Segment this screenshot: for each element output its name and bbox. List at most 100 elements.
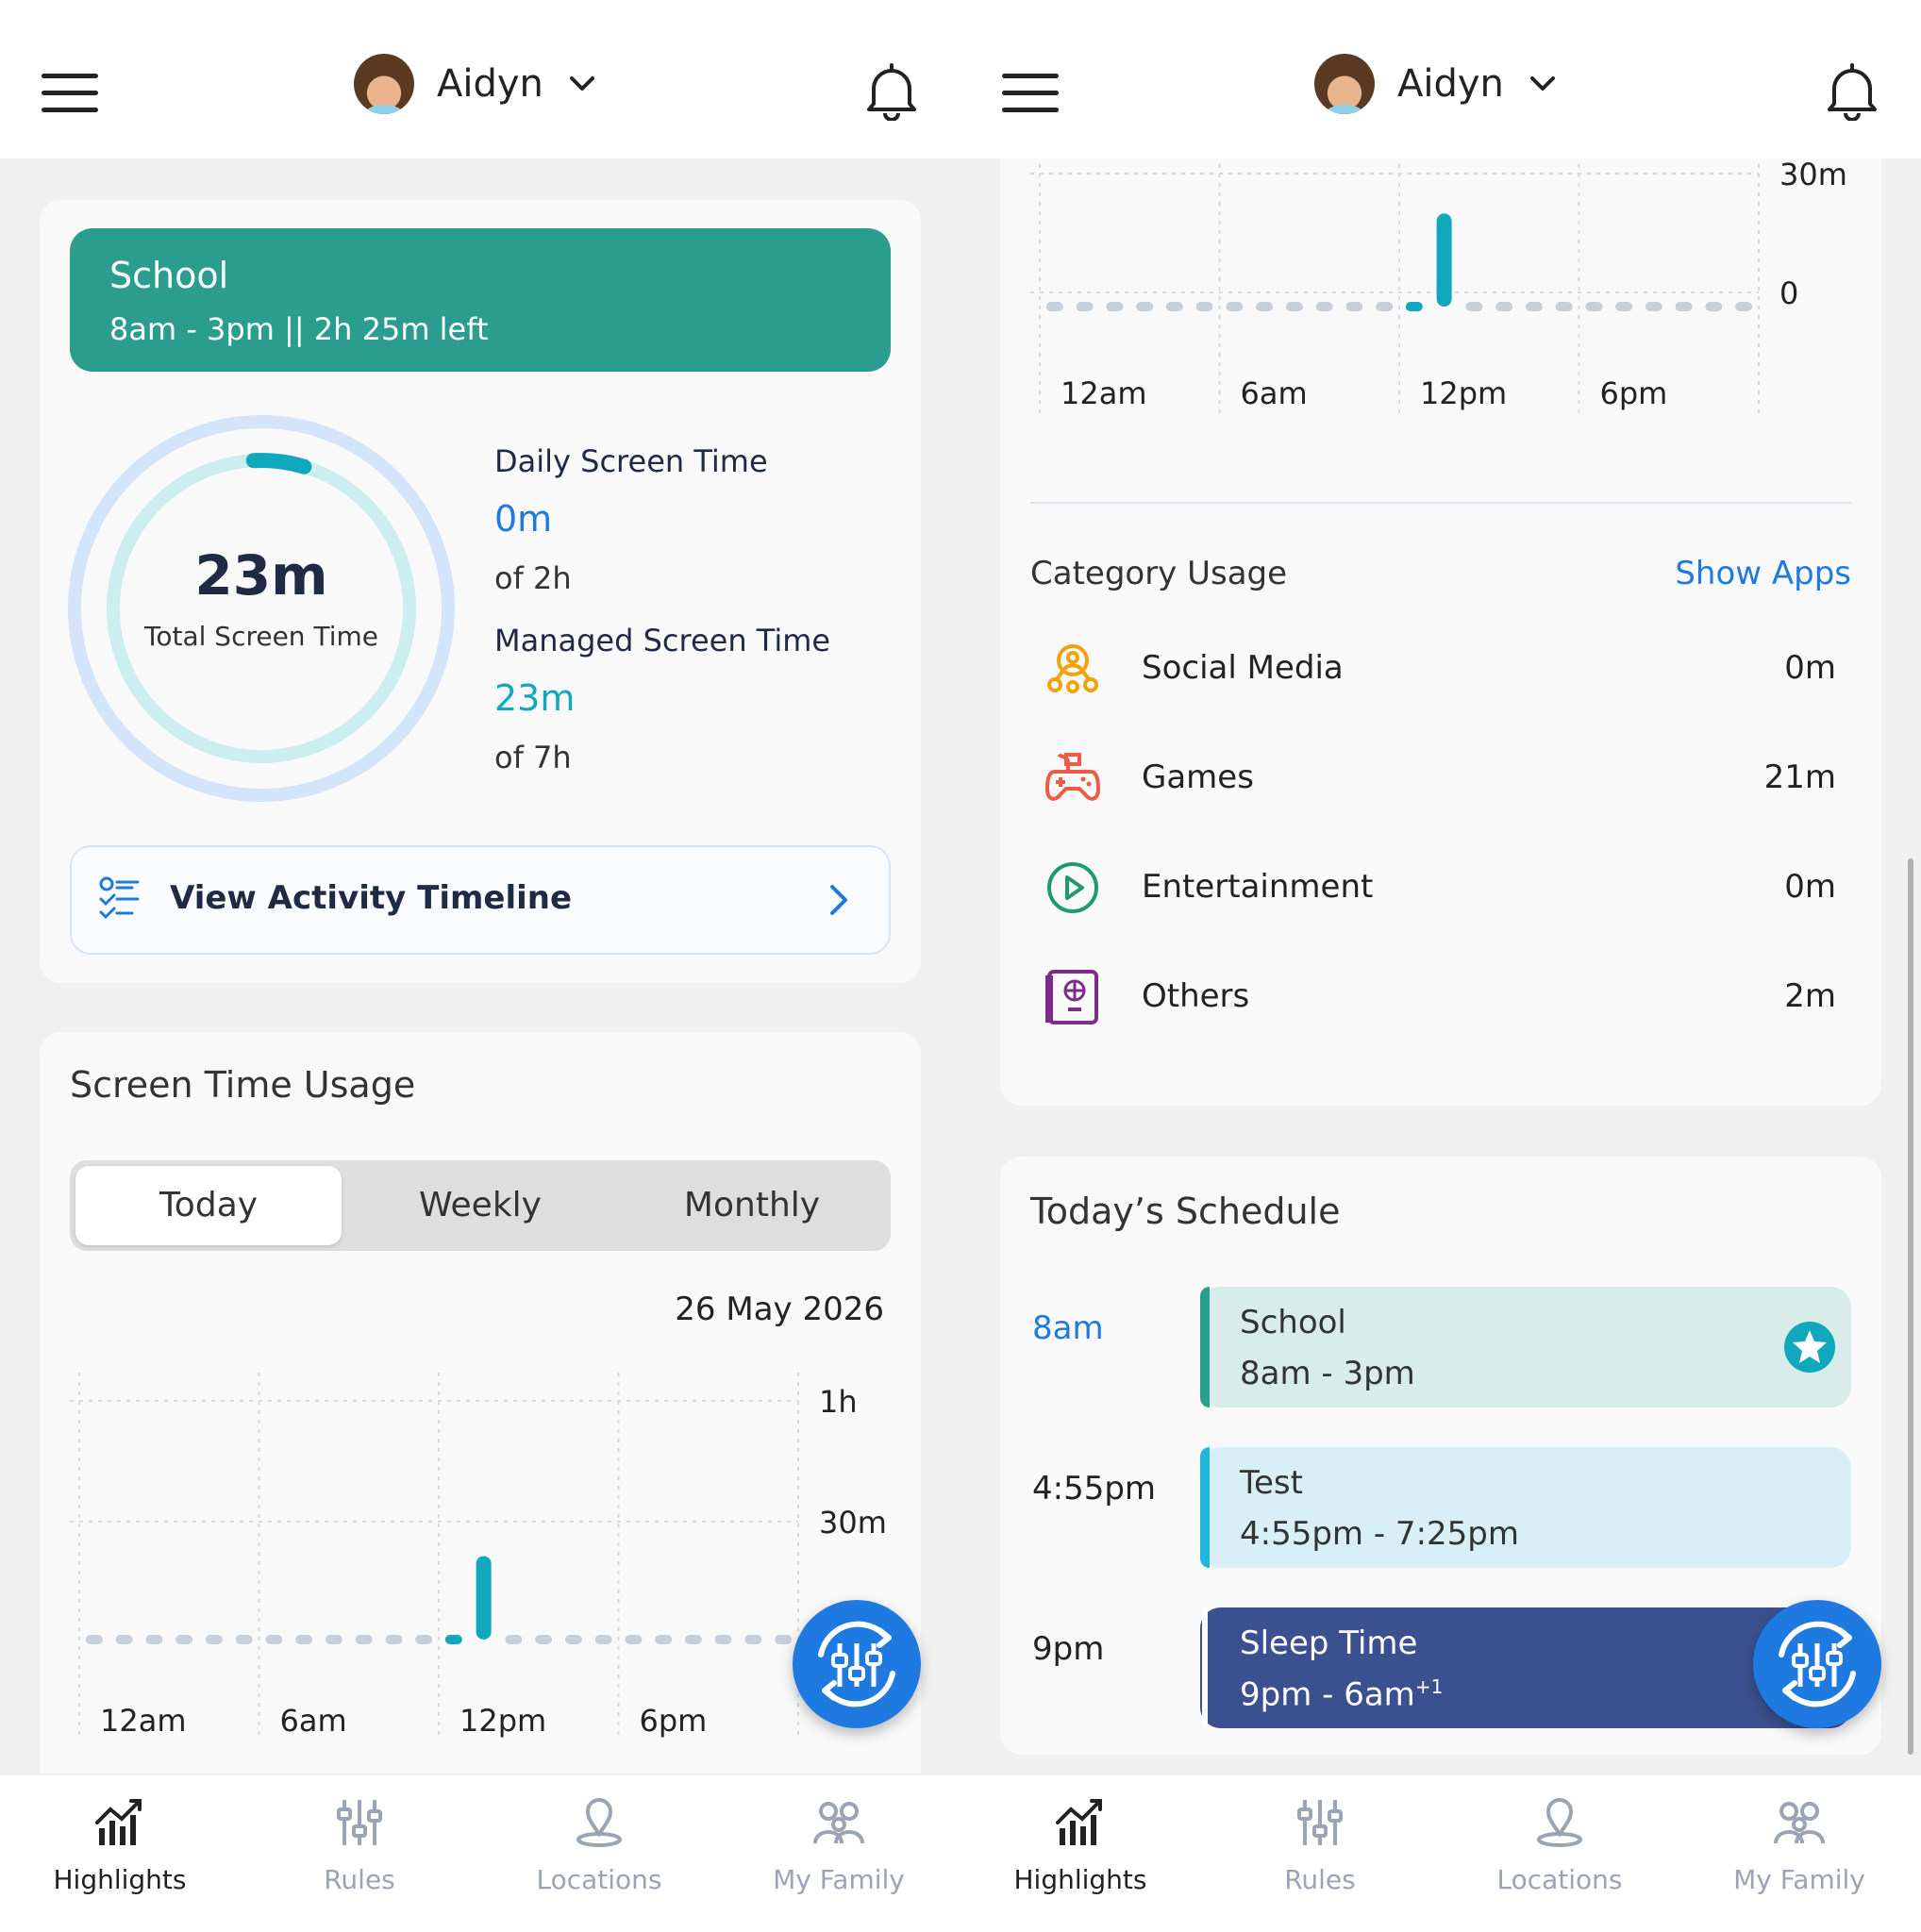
sliders-sync-icon <box>1779 1621 1856 1707</box>
total-screen-time-label: Total Screen Time <box>144 621 378 652</box>
location-pin-icon <box>1537 1798 1582 1847</box>
category-usage-title: Category Usage <box>1030 555 1288 592</box>
event-title: Test <box>1240 1464 1303 1502</box>
hour-bar-empty <box>1405 302 1423 311</box>
menu-icon[interactable] <box>1002 74 1059 113</box>
category-row-games[interactable]: Games 21m <box>1032 741 1853 817</box>
controls-fab[interactable] <box>1753 1600 1881 1728</box>
nav-rules[interactable]: Rules <box>1200 1796 1440 1895</box>
category-value: 21m <box>1763 758 1836 796</box>
tab-monthly[interactable]: Monthly <box>619 1166 885 1245</box>
nav-rules[interactable]: Rules <box>240 1796 479 1895</box>
event-title: Sleep Time <box>1240 1624 1418 1662</box>
hour-bar-empty <box>1076 302 1094 311</box>
schedule-event-test[interactable]: Test 4:55pm - 7:25pm <box>1200 1447 1851 1568</box>
managed-screen-time-value: 23m <box>494 677 576 719</box>
hour-bar-empty <box>175 1635 193 1644</box>
sliders-sync-icon <box>818 1621 895 1707</box>
family-icon <box>1774 1802 1825 1844</box>
hour-bar-empty <box>1735 302 1753 311</box>
event-range-next-day: +1 <box>1414 1675 1444 1698</box>
scrollbar[interactable] <box>1908 858 1913 1755</box>
current-status-banner[interactable]: School 8am - 3pm || 2h 25m left <box>70 228 891 372</box>
highlights-icon <box>95 1799 142 1845</box>
hour-bar-empty <box>1345 302 1363 311</box>
game-controller-icon <box>1045 753 1100 801</box>
star-badge-icon <box>1784 1322 1835 1373</box>
hour-bar-empty <box>1045 302 1063 311</box>
nav-highlights[interactable]: Highlights <box>960 1796 1200 1895</box>
event-range-wrap: 9pm - 6am+1 <box>1240 1675 1443 1713</box>
category-name: Social Media <box>1142 649 1344 687</box>
bottom-nav: Highlights Rules Locations My Family <box>960 1774 1921 1932</box>
nav-my-family[interactable]: My Family <box>719 1796 959 1895</box>
hour-bar-empty <box>1555 302 1573 311</box>
tab-today[interactable]: Today <box>75 1166 342 1245</box>
hour-bar-empty <box>594 1635 612 1644</box>
category-name: Others <box>1142 977 1250 1015</box>
chevron-down-icon <box>569 76 594 91</box>
rules-icon <box>337 1800 382 1845</box>
x-tick-label: 12am <box>1061 375 1147 411</box>
hour-bar-empty <box>1226 302 1244 311</box>
category-row-entertainment[interactable]: Entertainment 0m <box>1032 851 1853 926</box>
ring-graphic <box>68 415 455 802</box>
status-subtitle: 8am - 3pm || 2h 25m left <box>109 311 489 347</box>
show-apps-link[interactable]: Show Apps <box>1675 555 1851 592</box>
hour-bar-empty <box>1195 302 1213 311</box>
nav-locations[interactable]: Locations <box>479 1796 719 1895</box>
nav-label-my-family: My Family <box>773 1864 905 1895</box>
bottom-nav: Highlights Rules Locations My Family <box>0 1774 960 1932</box>
nav-locations[interactable]: Locations <box>1440 1796 1679 1895</box>
nav-my-family[interactable]: My Family <box>1679 1796 1919 1895</box>
hour-bar-empty <box>1165 302 1183 311</box>
hour-bar-empty <box>205 1635 223 1644</box>
schedule-time-sleep: 9pm <box>1032 1630 1105 1668</box>
category-row-social-media[interactable]: Social Media 0m <box>1032 632 1853 708</box>
child-selector[interactable]: Aidyn <box>354 51 596 117</box>
hour-bar-empty <box>684 1635 702 1644</box>
category-value: 0m <box>1784 649 1836 687</box>
nav-label-rules: Rules <box>1284 1864 1356 1895</box>
hour-bar <box>1436 213 1452 307</box>
highlights-icon <box>1056 1799 1102 1845</box>
nav-highlights[interactable]: Highlights <box>0 1796 240 1895</box>
hour-bar-empty <box>145 1635 163 1644</box>
category-name: Games <box>1142 758 1254 796</box>
bell-icon[interactable] <box>1825 62 1879 121</box>
view-activity-timeline-button[interactable]: View Activity Timeline <box>70 845 891 955</box>
avatar <box>1314 54 1375 114</box>
checklist-icon <box>99 876 140 919</box>
hour-bar-empty <box>1256 302 1274 311</box>
hour-bar-empty <box>1615 302 1633 311</box>
menu-icon[interactable] <box>42 74 98 113</box>
daily-screen-time-limit: of 2h <box>494 560 572 596</box>
controls-fab[interactable] <box>793 1600 921 1728</box>
event-accent-bar <box>1200 1447 1210 1568</box>
event-title: School <box>1240 1304 1346 1341</box>
hour-bar-empty <box>744 1635 762 1644</box>
total-screen-time-ring: 23m Total Screen Time <box>64 411 459 806</box>
chevron-right-icon <box>830 885 847 915</box>
hour-bar-empty <box>385 1635 403 1644</box>
rules-icon <box>1297 1800 1343 1845</box>
tab-weekly[interactable]: Weekly <box>347 1166 613 1245</box>
bell-icon[interactable] <box>864 62 919 121</box>
usage-chart-scrolled: 30m 0 12am 6am 12pm 6pm <box>1030 151 1847 413</box>
x-tick-label: 12pm <box>459 1703 546 1739</box>
hour-bar-empty <box>1285 302 1303 311</box>
category-row-others[interactable]: Others 2m <box>1032 960 1853 1036</box>
schedule-event-school[interactable]: School 8am - 3pm <box>1200 1287 1851 1407</box>
social-media-icon <box>1047 644 1098 693</box>
hour-bar-empty <box>1705 302 1723 311</box>
child-selector[interactable]: Aidyn <box>1314 51 1557 117</box>
period-tabs: Today Weekly Monthly <box>70 1160 891 1251</box>
y-tick-label: 0 <box>1779 275 1798 311</box>
hour-bar-empty <box>85 1635 103 1644</box>
hour-bar-empty <box>775 1635 793 1644</box>
schedule-title: Today’s Schedule <box>1030 1191 1341 1232</box>
status-title: School <box>109 255 229 296</box>
hour-bar-empty <box>1495 302 1513 311</box>
left-screen: School 8am - 3pm || 2h 25m left 23m Tota… <box>0 0 960 1932</box>
nav-label-locations: Locations <box>1496 1864 1623 1895</box>
